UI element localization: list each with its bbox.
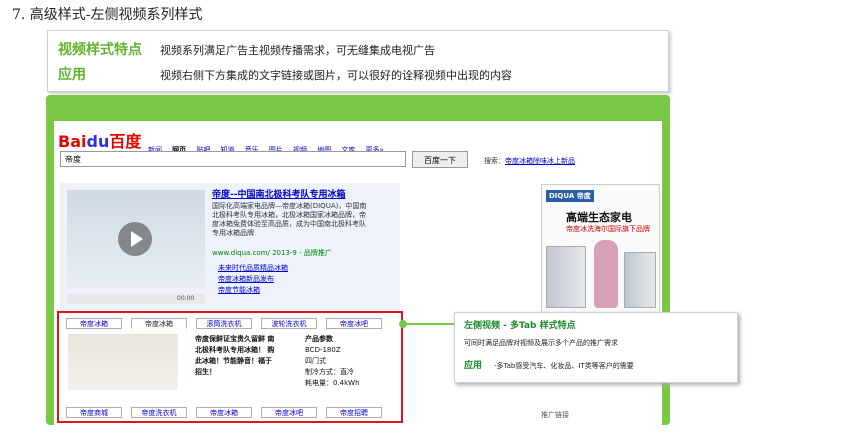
spec-title: 产品参数 <box>305 335 333 343</box>
feature-text-usage: 视频右侧下方集成的文字链接或图片，可以很好的诠释视频中出现的内容 <box>160 69 512 82</box>
play-icon[interactable] <box>118 222 152 256</box>
ad-subtitle: 帝度冰洗海尔国际旗下品牌 <box>566 225 650 233</box>
ad-footer[interactable]: 推广链接 <box>541 410 569 420</box>
logo-du: du <box>86 132 110 151</box>
result-sublinks: 未来时代品质精品冰箱 帝度冰箱新品发布 帝度节能冰箱 <box>218 263 288 296</box>
hint-link[interactable]: 帝度冰箱除味冰上新品 <box>505 157 575 165</box>
doc-heading: 7. 高级样式-左侧视频系列样式 <box>12 7 203 23</box>
spec-line-4: 耗电量：0.4kWh <box>305 379 360 387</box>
ad-fridge-image-2 <box>624 252 656 308</box>
logo-bai: Bai <box>58 132 87 151</box>
baidu-logo[interactable]: Baidu百度 <box>58 128 141 152</box>
search-input[interactable]: 帝度 <box>60 151 406 167</box>
callout-text-2: -多Tab感受汽车、化妆品、IT类等客户的需要 <box>494 362 634 370</box>
tab-top-5[interactable]: 帝度冰吧 <box>326 318 382 329</box>
hint-prefix: 搜索 <box>484 157 498 165</box>
ad-model-image <box>594 240 618 308</box>
feature-box: 视频样式特点 视频系列满足广告主视频传播需求，可无缝集成电视广告 应用 视频右侧… <box>47 30 669 92</box>
ad-brand: DIQUA 帝度 <box>546 190 594 202</box>
callout-connector <box>403 323 454 325</box>
sublink-3[interactable]: 帝度节能冰箱 <box>218 285 288 296</box>
feature-label-usage: 应用 <box>58 67 86 83</box>
tab-top-1[interactable]: 帝度冰箱 <box>66 318 122 329</box>
callout-dot <box>399 320 407 328</box>
product-image[interactable] <box>68 334 178 390</box>
spec-line-2: 四门式 <box>305 357 326 365</box>
feature-text-style: 视频系列满足广告主视频传播需求，可无缝集成电视广告 <box>160 44 435 57</box>
feature-label-style: 视频样式特点 <box>58 42 142 58</box>
tab-top-4[interactable]: 波轮洗衣机 <box>261 318 317 329</box>
search-hint: 搜索：帝度冰箱除味冰上新品 <box>484 157 575 165</box>
tab-top-3[interactable]: 滚筒洗衣机 <box>196 318 252 329</box>
ad-fridge-image <box>546 246 586 308</box>
logo-cn: 百度 <box>109 132 142 151</box>
tab-bottom-1[interactable]: 帝度商城 <box>66 407 122 418</box>
spec-line-3: 制冷方式：直冷 <box>305 368 354 376</box>
sublink-1[interactable]: 未来时代品质精品冰箱 <box>218 263 288 274</box>
tab-top-2[interactable]: 帝度冰箱 <box>131 318 187 329</box>
callout-title: 左侧视频 - 多Tab 样式特点 <box>464 321 576 331</box>
video-controls[interactable]: 00:00 <box>67 294 205 304</box>
tab-bottom-5[interactable]: 帝度招聘 <box>326 407 382 418</box>
sublink-2[interactable]: 帝度冰箱新品发布 <box>218 274 288 285</box>
result-url[interactable]: www.diqua.com/ 2013-9 - 品牌推广 <box>212 248 332 258</box>
ad-title: 高端生态家电 <box>566 211 632 224</box>
product-spec: 产品参数 BCD-180Z 四门式 制冷方式：直冷 耗电量：0.4kWh <box>305 334 385 389</box>
tab-bottom-2[interactable]: 帝度洗衣机 <box>131 407 187 418</box>
product-text[interactable]: 帝度保鲜证宝贵久留鲜 南北极科考队专用冰箱！ 购此冰箱！节能静音！福于招生！ <box>195 334 275 378</box>
callout-label: 应用 <box>464 361 483 371</box>
video-time: 00:00 <box>177 295 195 302</box>
tab-bottom-3[interactable]: 帝度冰箱 <box>196 407 252 418</box>
result-desc: 国际化高端家电品牌—帝度冰箱(DIQUA)，中国南北极科考队专用冰箱，北极冰箱国… <box>212 202 367 237</box>
result-title[interactable]: 帝度--中国南北极科考队专用冰箱 <box>212 187 345 200</box>
tab-bottom-4[interactable]: 帝度冰吧 <box>261 407 317 418</box>
search-button[interactable]: 百度一下 <box>412 151 468 168</box>
callout-text: 可同时满足品牌对视频及展示多个产品的推广需求 <box>464 339 618 347</box>
spec-line-1: BCD-180Z <box>305 346 341 354</box>
